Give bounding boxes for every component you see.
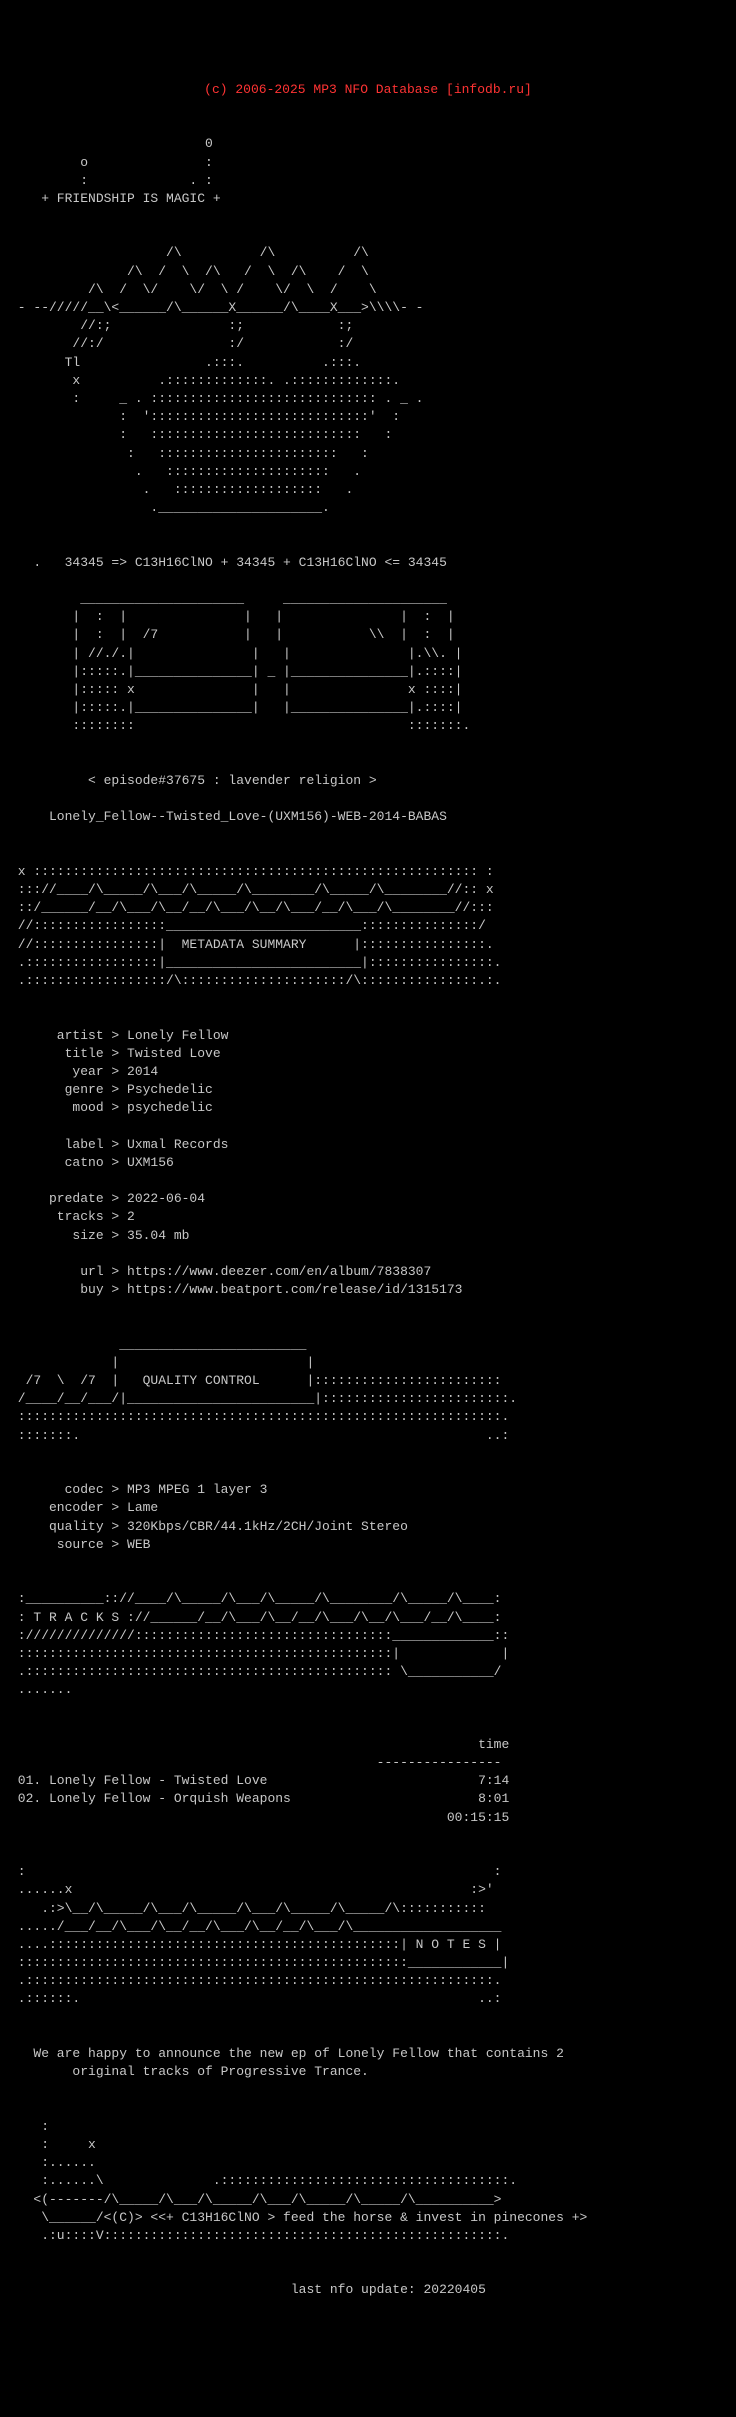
ascii-art-block: 0 o : : . : + FRIENDSHIP IS MAGIC + /\ /… [10, 135, 726, 2299]
nfo-content: 0 o : : . : + FRIENDSHIP IS MAGIC + /\ /… [10, 117, 726, 2318]
label-value: Uxmal Records [127, 1137, 228, 1152]
page-title: (c) 2006-2025 MP3 NFO Database [infodb.r… [10, 81, 726, 99]
